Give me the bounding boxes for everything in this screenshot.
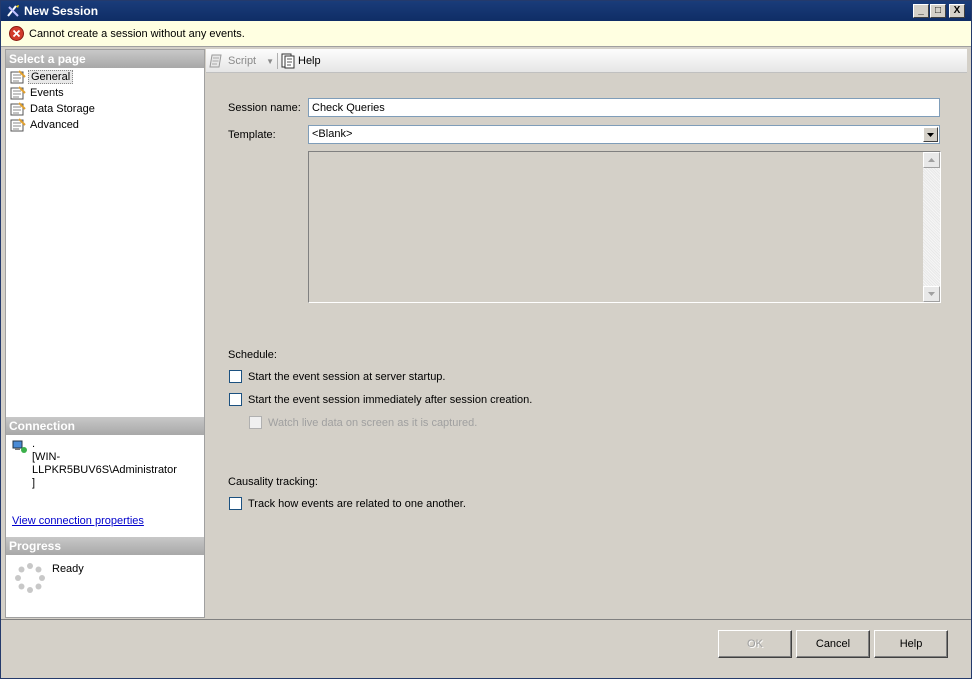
description-scrollbar[interactable] bbox=[923, 152, 940, 302]
script-dropdown-icon[interactable]: ▼ bbox=[266, 57, 274, 66]
schedule-label: Schedule: bbox=[228, 349, 277, 361]
watch-live-checkbox bbox=[249, 416, 262, 429]
right-pane: Script ▼ Help Session name: Template: <B… bbox=[206, 49, 967, 618]
causality-label: Causality tracking: bbox=[228, 476, 318, 488]
minimize-button[interactable]: _ bbox=[913, 4, 929, 18]
watch-live-option-label: Watch live data on screen as it is captu… bbox=[268, 416, 478, 429]
connection-user-end: ] bbox=[32, 477, 36, 489]
window-title: New Session bbox=[24, 4, 99, 18]
page-item-general[interactable]: General bbox=[10, 69, 74, 85]
page-item-label: General bbox=[28, 70, 74, 84]
error-icon bbox=[9, 26, 24, 41]
title-bar[interactable]: New Session _ □ X bbox=[1, 1, 971, 21]
help-toolbar-button[interactable]: Help bbox=[280, 53, 321, 69]
script-icon bbox=[209, 54, 222, 68]
scroll-down-button[interactable] bbox=[923, 286, 940, 302]
new-session-window: New Session _ □ X Cannot create a sessio… bbox=[0, 0, 972, 679]
help-button[interactable]: Help bbox=[874, 630, 948, 658]
page-item-advanced[interactable]: Advanced bbox=[10, 117, 81, 133]
ok-button[interactable]: OK bbox=[718, 630, 792, 658]
template-selected-value: <Blank> bbox=[312, 128, 353, 140]
page-icon bbox=[10, 70, 26, 84]
connection-server: . bbox=[32, 438, 36, 450]
startup-option-label: Start the event session at server startu… bbox=[248, 370, 446, 383]
toolbar-separator bbox=[277, 53, 278, 69]
template-select[interactable]: <Blank> bbox=[308, 125, 940, 144]
connection-info: . [WIN-LLPKR5BUV6S\Administrator ] bbox=[32, 438, 204, 490]
track-causality-option[interactable]: Track how events are related to one anot… bbox=[229, 497, 466, 510]
scroll-up-button[interactable] bbox=[923, 152, 940, 168]
error-message-bar: Cannot create a session without any even… bbox=[1, 21, 971, 47]
page-icon bbox=[10, 86, 26, 100]
session-name-label: Session name: bbox=[228, 102, 301, 114]
session-wizard-icon bbox=[7, 5, 19, 17]
server-connection-icon bbox=[12, 440, 27, 453]
maximize-icon: □ bbox=[934, 5, 942, 16]
session-name-input[interactable] bbox=[308, 98, 940, 117]
track-causality-option-label: Track how events are related to one anot… bbox=[248, 497, 466, 510]
view-connection-properties-link[interactable]: View connection properties bbox=[12, 515, 144, 527]
template-dropdown-button[interactable] bbox=[923, 127, 938, 142]
close-icon: X bbox=[953, 5, 961, 16]
script-button[interactable]: Script ▼ bbox=[209, 53, 274, 69]
connection-header: Connection bbox=[6, 417, 204, 435]
connection-user: [WIN-LLPKR5BUV6S\Administrator bbox=[32, 451, 177, 476]
page-item-data-storage[interactable]: Data Storage bbox=[10, 101, 97, 117]
chevron-down-icon bbox=[927, 132, 934, 137]
immediate-start-option-label: Start the event session immediately afte… bbox=[248, 393, 533, 406]
watch-live-option: Watch live data on screen as it is captu… bbox=[249, 416, 477, 429]
select-page-header: Select a page bbox=[6, 50, 204, 68]
cancel-button[interactable]: Cancel bbox=[796, 630, 870, 658]
template-description-box bbox=[308, 151, 941, 303]
footer-divider bbox=[1, 619, 971, 620]
left-pane: Select a page General Events Data Storag… bbox=[5, 49, 205, 618]
template-label: Template: bbox=[228, 129, 276, 141]
page-item-label: Advanced bbox=[30, 119, 79, 131]
help-label: Help bbox=[298, 55, 321, 67]
startup-option[interactable]: Start the event session at server startu… bbox=[229, 370, 445, 383]
progress-spinner-icon bbox=[15, 563, 45, 593]
track-causality-checkbox[interactable] bbox=[229, 497, 242, 510]
script-label: Script bbox=[228, 55, 257, 67]
page-item-events[interactable]: Events bbox=[10, 85, 66, 101]
chevron-down-icon bbox=[928, 292, 935, 296]
maximize-button[interactable]: □ bbox=[930, 4, 946, 18]
page-icon bbox=[10, 118, 26, 132]
progress-header: Progress bbox=[6, 537, 204, 555]
error-message: Cannot create a session without any even… bbox=[29, 28, 245, 40]
progress-status: Ready bbox=[52, 563, 84, 575]
page-item-label: Events bbox=[30, 87, 64, 99]
page-icon bbox=[10, 102, 26, 116]
chevron-up-icon bbox=[928, 158, 935, 162]
close-button[interactable]: X bbox=[949, 4, 965, 18]
page-item-label: Data Storage bbox=[30, 103, 95, 115]
startup-checkbox[interactable] bbox=[229, 370, 242, 383]
immediate-start-option[interactable]: Start the event session immediately afte… bbox=[229, 393, 532, 406]
help-icon bbox=[281, 53, 295, 69]
minimize-icon: _ bbox=[918, 5, 924, 16]
immediate-start-checkbox[interactable] bbox=[229, 393, 242, 406]
toolbar: Script ▼ Help bbox=[206, 49, 967, 73]
